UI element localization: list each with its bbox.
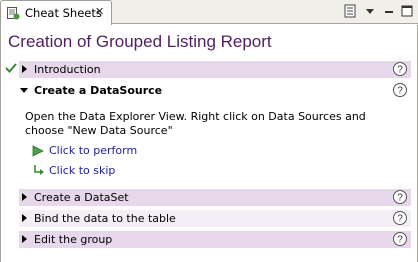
view-tab-bar: Cheat Sheets ✕ bbox=[0, 0, 418, 25]
skip-label: Click to skip bbox=[49, 164, 116, 177]
step-edit-group[interactable]: Edit the group ? bbox=[19, 231, 411, 248]
open-cheat-sheet-icon[interactable] bbox=[342, 3, 358, 19]
skip-arrow-icon bbox=[34, 165, 44, 175]
step-introduction[interactable]: Introduction ? bbox=[19, 61, 411, 78]
perform-label: Click to perform bbox=[49, 144, 138, 157]
expand-chevron-icon[interactable] bbox=[22, 214, 27, 222]
step-bind-data[interactable]: Bind the data to the table ? bbox=[19, 210, 411, 227]
expand-chevron-icon[interactable] bbox=[22, 65, 27, 73]
minimize-icon[interactable] bbox=[381, 3, 397, 19]
cheat-sheet-icon bbox=[7, 7, 20, 20]
help-icon[interactable]: ? bbox=[392, 82, 408, 98]
maximize-icon[interactable] bbox=[399, 3, 415, 19]
svg-text:?: ? bbox=[397, 214, 403, 225]
step-label: Edit the group bbox=[34, 233, 113, 246]
step-label: Introduction bbox=[34, 63, 101, 76]
svg-text:?: ? bbox=[397, 235, 403, 246]
check-icon bbox=[5, 63, 17, 73]
close-icon[interactable]: ✕ bbox=[95, 6, 104, 18]
cheat-sheets-tab[interactable]: Cheat Sheets ✕ bbox=[0, 0, 112, 25]
play-icon bbox=[32, 145, 44, 157]
expand-chevron-icon[interactable] bbox=[22, 235, 27, 243]
help-icon[interactable]: ? bbox=[392, 189, 408, 205]
cheat-sheet-title: Creation of Grouped Listing Report bbox=[8, 32, 272, 51]
step-create-datasource[interactable]: Create a DataSource ? bbox=[19, 82, 411, 99]
help-icon[interactable]: ? bbox=[392, 210, 408, 226]
view-menu-chevron-icon[interactable] bbox=[362, 3, 378, 19]
help-icon[interactable]: ? bbox=[392, 61, 408, 77]
cheat-sheet-content: Creation of Grouped Listing Report Intro… bbox=[0, 25, 418, 262]
svg-text:?: ? bbox=[397, 193, 403, 204]
step-label: Bind the data to the table bbox=[34, 212, 176, 225]
step-label: Create a DataSource bbox=[34, 84, 163, 97]
tab-label: Cheat Sheets bbox=[25, 6, 102, 20]
expand-chevron-icon[interactable] bbox=[22, 193, 27, 201]
step-label: Create a DataSet bbox=[34, 191, 129, 204]
step-description: Open the Data Explorer View. Right click… bbox=[25, 110, 366, 137]
help-icon[interactable]: ? bbox=[392, 231, 408, 247]
svg-text:?: ? bbox=[397, 65, 403, 76]
svg-text:?: ? bbox=[397, 86, 403, 97]
collapse-chevron-icon[interactable] bbox=[20, 88, 28, 93]
step-create-dataset[interactable]: Create a DataSet ? bbox=[19, 189, 411, 206]
